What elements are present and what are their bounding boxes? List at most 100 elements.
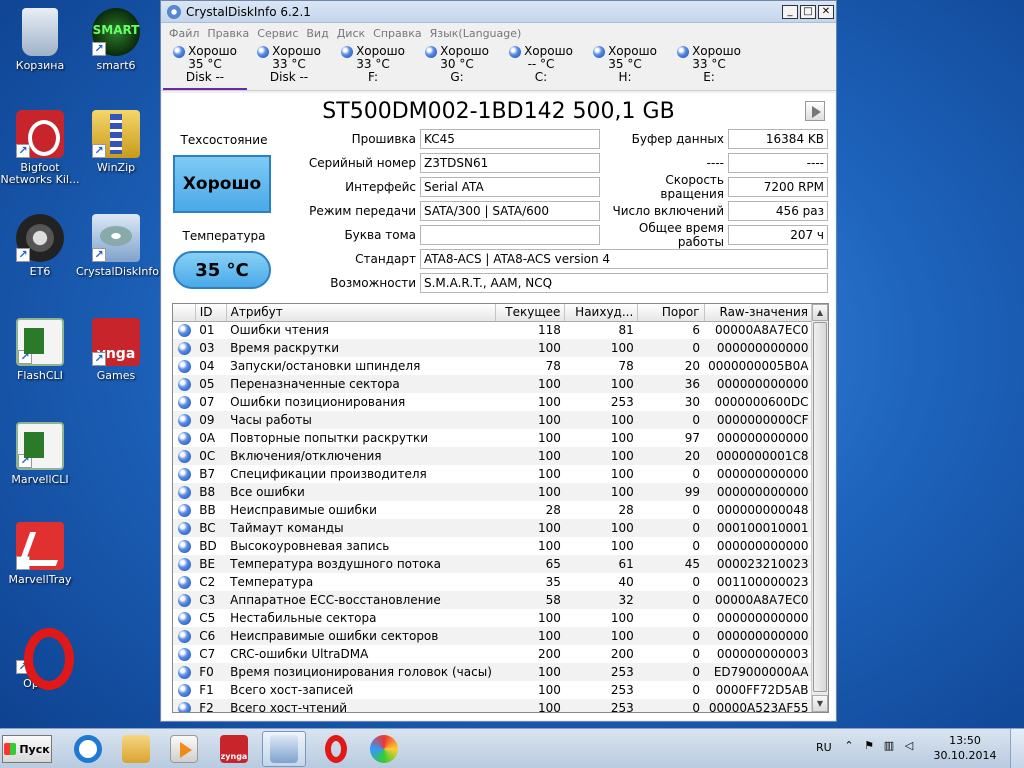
col-status[interactable] <box>173 304 196 322</box>
network-icon[interactable]: ▥ <box>882 739 896 755</box>
temperature-button[interactable]: 35 °C <box>173 251 271 289</box>
table-row[interactable]: 03 Время раскрутки 100 100 0 000000000000 <box>173 339 813 357</box>
menu-edit[interactable]: Правка <box>203 27 253 40</box>
desktop-icon-crystaldiskinfo[interactable]: ↗ CrystalDiskInfo <box>76 214 159 278</box>
table-row[interactable]: BD Высокоуровневая запись 100 100 0 000000000… <box>173 537 813 555</box>
taskbar-internet-explorer[interactable] <box>66 731 110 767</box>
table-row[interactable]: BB Неисправимые ошибки 28 28 0 000000000048 <box>173 501 813 519</box>
desktop-icon-opera[interactable]: ↗ Opera <box>0 626 80 690</box>
table-row[interactable]: 0A Повторные попытки раскрутки 100 100 97 000… <box>173 429 813 447</box>
cell-current: 78 <box>545 359 561 373</box>
table-row[interactable]: 0C Включения/отключения 100 100 20 0000000001… <box>173 447 813 465</box>
close-button[interactable]: ✕ <box>818 4 834 19</box>
table-row[interactable]: C5 Нестабильные сектора 100 100 0 00000000000… <box>173 609 813 627</box>
cell-attribute: Переназначенные сектора <box>226 375 496 393</box>
table-row[interactable]: C2 Температура 35 40 0 001100000023 <box>173 573 813 591</box>
cell-threshold: 0 <box>637 339 705 357</box>
scroll-down-button[interactable]: ▼ <box>812 695 828 712</box>
table-row[interactable]: F2 Всего хост-чтений 100 253 0 00000A523AF55 <box>173 699 813 712</box>
col-current[interactable]: Текущее <box>495 304 566 322</box>
desktop-icon-marvellcli[interactable]: ↗ MarvellCLI <box>0 422 80 486</box>
menu-view[interactable]: Вид <box>302 27 332 40</box>
disk-tab-6[interactable]: Хорошо 35 °C H: <box>583 43 667 90</box>
desktop-icon-et6[interactable]: ↗ ET6 <box>0 214 80 278</box>
cell-worst: 253 <box>564 699 638 712</box>
taskbar-clock[interactable]: 13:50 30.10.2014 <box>930 733 1000 763</box>
col-threshold[interactable]: Порог <box>637 304 705 322</box>
title-bar[interactable]: CrystalDiskInfo 6.2.1 _ □ ✕ <box>161 1 836 23</box>
table-row[interactable]: F1 Всего хост-записей 100 253 0 0000FF72D5AB <box>173 681 813 699</box>
desktop-icon-flashcli[interactable]: ↗ FlashCLI <box>0 318 80 382</box>
cell-current: 100 <box>538 431 561 445</box>
unknown-label: ---- <box>706 156 724 170</box>
disk-tab-4[interactable]: Хорошо 30 °C G: <box>415 43 499 90</box>
menu-disk[interactable]: Диск <box>333 27 369 40</box>
taskbar-zynga[interactable]: zynga <box>212 731 256 767</box>
table-row[interactable]: 09 Часы работы 100 100 0 0000000000CF <box>173 411 813 429</box>
serial-value: Z3TDSN61 <box>420 153 600 173</box>
cell-threshold: 0 <box>692 575 701 589</box>
minimize-button[interactable]: _ <box>782 4 798 19</box>
menu-help[interactable]: Справка <box>369 27 425 40</box>
table-row[interactable]: C6 Неисправимые ошибки секторов 100 100 0 000… <box>173 627 813 645</box>
taskbar-media-player[interactable] <box>162 731 206 767</box>
taskbar-explorer[interactable] <box>114 731 158 767</box>
cell-id: BE <box>195 555 227 573</box>
table-row[interactable]: C7 CRC-ошибки UltraDMA 200 200 0 000000000003 <box>173 645 813 663</box>
table-vertical-scrollbar[interactable]: ▲ ▼ <box>811 304 828 712</box>
disk-tab-1[interactable]: Хорошо 35 °C Disk -- <box>163 43 247 90</box>
cell-current: 100 <box>495 519 565 537</box>
table-row[interactable]: 01 Ошибки чтения 118 81 6 00000A8A7EC0 <box>173 321 813 339</box>
desktop-icon-winzip[interactable]: ↗ WinZip <box>76 110 156 174</box>
col-attribute[interactable]: Атрибут <box>226 304 497 322</box>
show-desktop-button[interactable] <box>1010 729 1024 768</box>
table-row[interactable]: F0 Время позиционирования головок (часы) 1… <box>173 663 813 681</box>
menu-language[interactable]: Язык(Language) <box>426 27 526 40</box>
scroll-thumb[interactable] <box>813 322 827 692</box>
cell-current: 100 <box>495 627 565 645</box>
volume-icon[interactable]: ◁ <box>902 739 916 755</box>
next-disk-button[interactable] <box>805 101 825 121</box>
col-id[interactable]: ID <box>195 304 227 322</box>
menu-service[interactable]: Сервис <box>253 27 302 40</box>
table-row[interactable]: B8 Все ошибки 100 100 99 000000000000 <box>173 483 813 501</box>
desktop-icon-smart6[interactable]: SMART ↗ smart6 <box>76 8 156 72</box>
disk-name: E: <box>703 70 715 84</box>
col-worst[interactable]: Наихуд... <box>564 304 639 322</box>
shortcut-arrow-icon: ↗ <box>18 350 32 364</box>
disk-tab-3[interactable]: Хорошо 33 °C F: <box>331 43 415 90</box>
disk-tab-5[interactable]: Хорошо -- °C C: <box>499 43 583 90</box>
taskbar-opera[interactable] <box>314 731 358 767</box>
scroll-up-button[interactable]: ▲ <box>812 304 828 321</box>
table-row[interactable]: BE Температура воздушного потока 65 61 45 000… <box>173 555 813 573</box>
smart-attributes-table[interactable]: ID Атрибут Текущее Наихуд... Порог Raw-з… <box>172 303 829 713</box>
table-row[interactable]: 04 Запуски/остановки шпинделя 78 78 20 000000… <box>173 357 813 375</box>
menu-file[interactable]: Файл <box>165 27 203 40</box>
table-row[interactable]: 05 Переназначенные сектора 100 100 36 0000000… <box>173 375 813 393</box>
taskbar-paint[interactable] <box>362 731 406 767</box>
col-raw[interactable]: Raw-значения <box>704 304 814 322</box>
table-row[interactable]: B7 Спецификации производителя 100 100 0 00000… <box>173 465 813 483</box>
start-button[interactable]: Пуск <box>2 735 52 763</box>
action-center-icon[interactable]: ⚑ <box>862 739 876 755</box>
tray-expand-icon[interactable]: ⌃ <box>842 739 856 755</box>
table-row[interactable]: C3 Аппаратное ECC-восстановление 58 32 0 0000… <box>173 591 813 609</box>
maximize-button[interactable]: □ <box>800 4 816 19</box>
disk-tab-2[interactable]: Хорошо 33 °C Disk -- <box>247 43 331 90</box>
taskbar-crystaldiskinfo[interactable] <box>262 731 306 767</box>
table-row[interactable]: BC Таймаут команды 100 100 0 000100010001 <box>173 519 813 537</box>
disk-tab-7[interactable]: Хорошо 33 °C E: <box>667 43 751 90</box>
desktop-icon-games[interactable]: ynga ↗ Games <box>76 318 156 382</box>
desktop-icon-recycle-bin[interactable]: Корзина <box>0 8 80 72</box>
shortcut-arrow-icon: ↗ <box>92 42 106 56</box>
desktop-icon-marvelltray[interactable]: ↗ MarvellTray <box>0 522 80 586</box>
health-status-button[interactable]: Хорошо <box>173 155 271 213</box>
language-indicator[interactable]: RU <box>816 741 832 754</box>
desktop-icon-bigfoot[interactable]: ↗ Bigfoot Networks Kil... <box>0 110 80 186</box>
row-status-cell <box>173 699 196 712</box>
cell-attribute: Спецификации производителя <box>230 467 427 481</box>
cell-raw: 0000000001C8 <box>704 447 813 465</box>
table-row[interactable]: 07 Ошибки позиционирования 100 253 30 0000000… <box>173 393 813 411</box>
clock-date: 30.10.2014 <box>933 749 997 762</box>
disk-name: Disk -- <box>185 70 225 84</box>
